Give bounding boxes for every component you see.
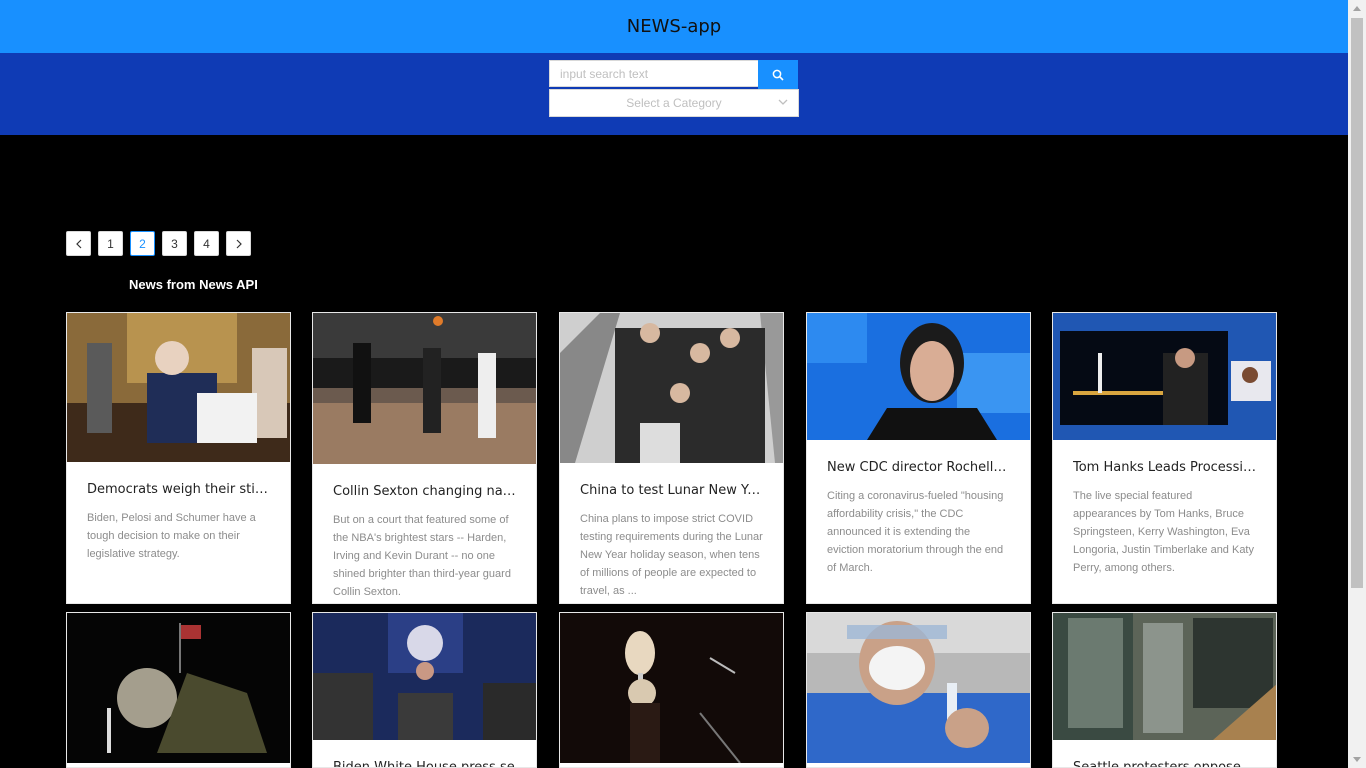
news-image <box>807 313 1030 440</box>
news-image <box>560 313 783 463</box>
page-scrollbar[interactable] <box>1348 0 1366 768</box>
news-card[interactable]: Collin Sexton changing narr... But on a … <box>312 312 537 604</box>
news-image <box>560 613 783 763</box>
pagination-page-2[interactable]: 2 <box>130 231 155 256</box>
pagination-next-button[interactable] <box>226 231 251 256</box>
app-title: NEWS-app <box>626 16 722 37</box>
news-image <box>313 313 536 464</box>
news-card[interactable]: Democrats weigh their stim... Biden, Pel… <box>66 312 291 604</box>
scroll-up-arrow-icon[interactable] <box>1353 6 1361 11</box>
pagination: 1 2 3 4 <box>66 231 251 256</box>
pagination-page-3[interactable]: 3 <box>162 231 187 256</box>
news-title[interactable]: Tom Hanks Leads Processio... <box>1073 460 1256 475</box>
chevron-down-icon <box>778 99 788 105</box>
news-title[interactable]: China to test Lunar New Yea... <box>580 483 763 498</box>
news-image <box>807 613 1030 763</box>
chevron-right-icon <box>236 239 242 248</box>
news-card[interactable] <box>559 612 784 768</box>
news-description: Biden, Pelosi and Schumer have a tough d… <box>87 512 256 560</box>
category-select[interactable]: Select a Category <box>549 89 799 117</box>
news-card[interactable]: Biden White House press se <box>312 612 537 768</box>
category-select-placeholder: Select a Category <box>626 96 722 110</box>
chevron-left-icon <box>75 239 81 248</box>
news-image <box>1053 313 1276 440</box>
news-title[interactable]: Democrats weigh their stim... <box>87 482 270 497</box>
news-card[interactable]: China to test Lunar New Yea... China pla… <box>559 312 784 604</box>
app-header: NEWS-app <box>0 0 1348 53</box>
search-button[interactable] <box>758 60 798 89</box>
news-title[interactable]: New CDC director Rochelle ... <box>827 460 1010 475</box>
news-card[interactable]: New CDC director Rochelle ... Citing a c… <box>806 312 1031 604</box>
news-image <box>67 313 290 462</box>
news-card[interactable] <box>66 612 291 768</box>
news-title[interactable]: Seattle protesters oppose Bi <box>1073 760 1256 767</box>
search-input[interactable]: input search text <box>549 60 758 87</box>
news-title[interactable]: Biden White House press se <box>333 760 516 767</box>
section-title: News from News API <box>129 277 258 292</box>
search-icon <box>772 69 784 81</box>
news-image <box>313 613 536 740</box>
scrollbar-thumb[interactable] <box>1351 18 1363 588</box>
search-form: input search text Select a Category <box>549 60 799 117</box>
news-description: Citing a coronavirus-fueled "housing aff… <box>827 490 1004 574</box>
news-image <box>1053 613 1276 740</box>
news-card[interactable]: Seattle protesters oppose Bi <box>1052 612 1277 768</box>
news-card[interactable] <box>806 612 1031 768</box>
pagination-page-1[interactable]: 1 <box>98 231 123 256</box>
news-card[interactable]: Tom Hanks Leads Processio... The live sp… <box>1052 312 1277 604</box>
pagination-prev-button[interactable] <box>66 231 91 256</box>
scroll-down-arrow-icon[interactable] <box>1353 757 1361 762</box>
news-description: China plans to impose strict COVID testi… <box>580 513 763 597</box>
news-description: But on a court that featured some of the… <box>333 514 511 598</box>
pagination-page-4[interactable]: 4 <box>194 231 219 256</box>
search-bar: input search text Select a Category <box>0 53 1348 135</box>
news-description: The live special featured appearances by… <box>1073 490 1254 574</box>
news-title[interactable]: Collin Sexton changing narr... <box>333 484 516 499</box>
news-image <box>67 613 290 763</box>
